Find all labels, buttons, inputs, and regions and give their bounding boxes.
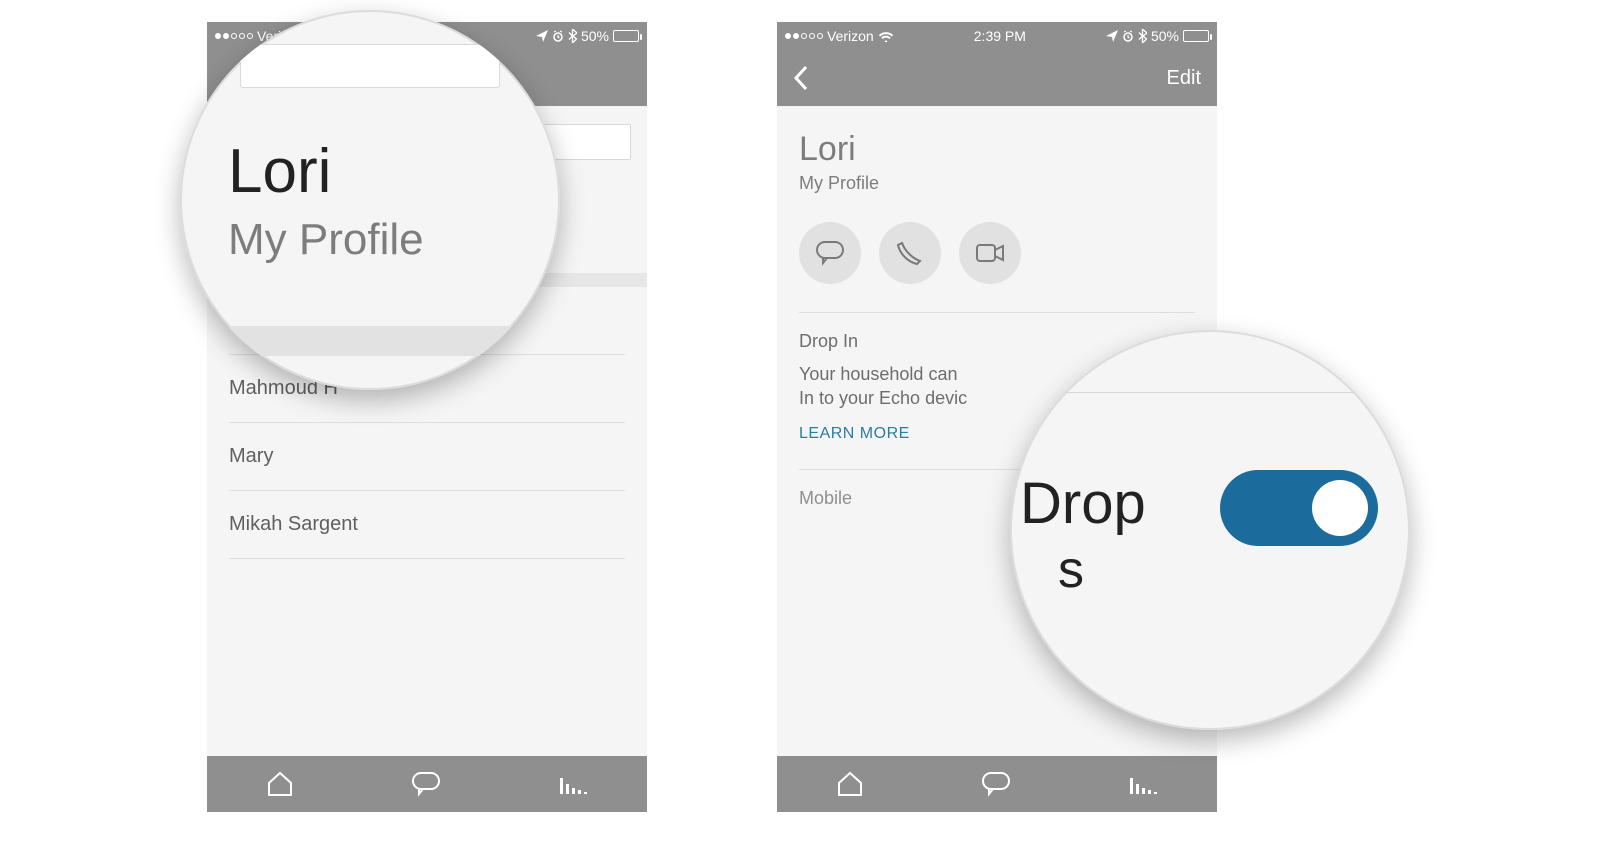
tab-bar [777, 756, 1217, 812]
video-button[interactable] [959, 222, 1021, 284]
lens-profile-name: Lori [228, 136, 512, 207]
lens-dropin-text: Drop [1020, 470, 1146, 537]
chat-icon[interactable] [411, 771, 441, 797]
status-time: 2:39 PM [974, 28, 1026, 44]
signal-dots-icon [785, 33, 823, 39]
contact-row[interactable]: Mikah Sargent [229, 491, 625, 559]
lens-divider [180, 326, 560, 356]
battery-pct: 50% [581, 28, 609, 44]
lens-divider [1060, 392, 1390, 393]
chat-icon[interactable] [981, 771, 1011, 797]
message-button[interactable] [799, 222, 861, 284]
call-button[interactable] [879, 222, 941, 284]
dropin-toggle[interactable] [1220, 470, 1378, 546]
location-icon [536, 30, 548, 42]
home-icon[interactable] [836, 771, 864, 797]
equalizer-icon[interactable] [1128, 772, 1158, 796]
home-icon[interactable] [266, 771, 294, 797]
lens-search-input [240, 44, 500, 88]
signal-dots-icon [215, 33, 253, 39]
nav-bar-right: Edit [777, 50, 1217, 106]
toggle-knob [1312, 480, 1368, 536]
action-buttons-row [799, 222, 1195, 284]
battery-icon [613, 30, 639, 42]
equalizer-icon[interactable] [558, 772, 588, 796]
back-button[interactable] [793, 65, 809, 91]
alarm-icon [1122, 30, 1134, 42]
bluetooth-icon [568, 29, 577, 43]
alarm-icon [552, 30, 564, 42]
location-icon [1106, 30, 1118, 42]
lens-dropin-text-2: s [1058, 540, 1084, 600]
magnifier-right: Drop s [1010, 330, 1410, 730]
lens-profile-subtitle: My Profile [228, 215, 512, 265]
profile-name: Lori [799, 130, 1195, 169]
tab-bar [207, 756, 647, 812]
bluetooth-icon [1138, 29, 1147, 43]
magnifier-left: Lori My Profile [180, 10, 560, 390]
contact-row[interactable]: Mary [229, 423, 625, 491]
carrier-label: Verizon [827, 28, 874, 44]
status-bar: Verizon 2:39 PM 50% [777, 22, 1217, 50]
wifi-icon [878, 30, 894, 42]
profile-subtitle: My Profile [799, 173, 1195, 194]
edit-button[interactable]: Edit [1167, 67, 1201, 90]
battery-pct: 50% [1151, 28, 1179, 44]
battery-icon [1183, 30, 1209, 42]
